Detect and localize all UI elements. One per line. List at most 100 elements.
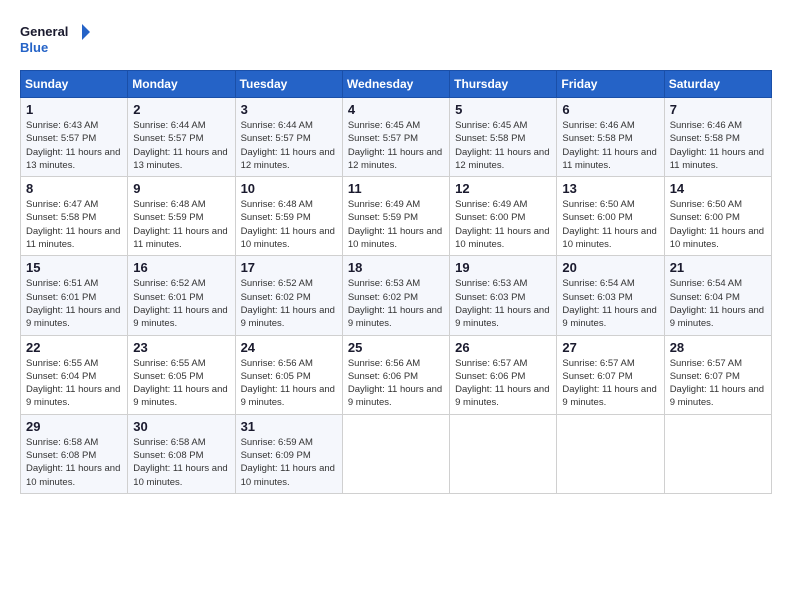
weekday-header-tuesday: Tuesday <box>235 71 342 98</box>
day-cell-8: 8 Sunrise: 6:47 AMSunset: 5:58 PMDayligh… <box>21 177 128 256</box>
day-cell-12: 12 Sunrise: 6:49 AMSunset: 6:00 PMDaylig… <box>450 177 557 256</box>
week-row-5: 29 Sunrise: 6:58 AMSunset: 6:08 PMDaylig… <box>21 414 772 493</box>
day-cell-21: 21 Sunrise: 6:54 AMSunset: 6:04 PMDaylig… <box>664 256 771 335</box>
empty-cell <box>342 414 449 493</box>
day-info: Sunrise: 6:56 AMSunset: 6:06 PMDaylight:… <box>348 358 442 409</box>
day-cell-5: 5 Sunrise: 6:45 AMSunset: 5:58 PMDayligh… <box>450 98 557 177</box>
day-number: 25 <box>348 340 444 355</box>
day-cell-1: 1 Sunrise: 6:43 AMSunset: 5:57 PMDayligh… <box>21 98 128 177</box>
day-cell-3: 3 Sunrise: 6:44 AMSunset: 5:57 PMDayligh… <box>235 98 342 177</box>
day-number: 24 <box>241 340 337 355</box>
day-number: 29 <box>26 419 122 434</box>
day-cell-26: 26 Sunrise: 6:57 AMSunset: 6:06 PMDaylig… <box>450 335 557 414</box>
svg-text:Blue: Blue <box>20 40 48 55</box>
day-number: 31 <box>241 419 337 434</box>
day-info: Sunrise: 6:53 AMSunset: 6:03 PMDaylight:… <box>455 278 549 329</box>
day-info: Sunrise: 6:44 AMSunset: 5:57 PMDaylight:… <box>133 120 227 171</box>
day-number: 23 <box>133 340 229 355</box>
day-info: Sunrise: 6:58 AMSunset: 6:08 PMDaylight:… <box>26 437 120 488</box>
day-cell-27: 27 Sunrise: 6:57 AMSunset: 6:07 PMDaylig… <box>557 335 664 414</box>
weekday-header-friday: Friday <box>557 71 664 98</box>
empty-cell <box>450 414 557 493</box>
day-cell-17: 17 Sunrise: 6:52 AMSunset: 6:02 PMDaylig… <box>235 256 342 335</box>
weekday-header-wednesday: Wednesday <box>342 71 449 98</box>
day-info: Sunrise: 6:55 AMSunset: 6:05 PMDaylight:… <box>133 358 227 409</box>
day-cell-19: 19 Sunrise: 6:53 AMSunset: 6:03 PMDaylig… <box>450 256 557 335</box>
day-info: Sunrise: 6:46 AMSunset: 5:58 PMDaylight:… <box>562 120 656 171</box>
logo: General Blue <box>20 20 90 60</box>
day-number: 27 <box>562 340 658 355</box>
day-cell-20: 20 Sunrise: 6:54 AMSunset: 6:03 PMDaylig… <box>557 256 664 335</box>
day-info: Sunrise: 6:54 AMSunset: 6:03 PMDaylight:… <box>562 278 656 329</box>
week-row-1: 1 Sunrise: 6:43 AMSunset: 5:57 PMDayligh… <box>21 98 772 177</box>
day-number: 10 <box>241 181 337 196</box>
day-cell-2: 2 Sunrise: 6:44 AMSunset: 5:57 PMDayligh… <box>128 98 235 177</box>
day-cell-6: 6 Sunrise: 6:46 AMSunset: 5:58 PMDayligh… <box>557 98 664 177</box>
day-number: 1 <box>26 102 122 117</box>
day-number: 5 <box>455 102 551 117</box>
weekday-header-row: SundayMondayTuesdayWednesdayThursdayFrid… <box>21 71 772 98</box>
day-cell-24: 24 Sunrise: 6:56 AMSunset: 6:05 PMDaylig… <box>235 335 342 414</box>
day-info: Sunrise: 6:54 AMSunset: 6:04 PMDaylight:… <box>670 278 764 329</box>
day-info: Sunrise: 6:45 AMSunset: 5:58 PMDaylight:… <box>455 120 549 171</box>
day-number: 15 <box>26 260 122 275</box>
day-cell-14: 14 Sunrise: 6:50 AMSunset: 6:00 PMDaylig… <box>664 177 771 256</box>
logo-svg: General Blue <box>20 20 90 60</box>
day-number: 22 <box>26 340 122 355</box>
day-cell-31: 31 Sunrise: 6:59 AMSunset: 6:09 PMDaylig… <box>235 414 342 493</box>
day-cell-15: 15 Sunrise: 6:51 AMSunset: 6:01 PMDaylig… <box>21 256 128 335</box>
day-info: Sunrise: 6:47 AMSunset: 5:58 PMDaylight:… <box>26 199 120 250</box>
day-cell-30: 30 Sunrise: 6:58 AMSunset: 6:08 PMDaylig… <box>128 414 235 493</box>
day-info: Sunrise: 6:57 AMSunset: 6:07 PMDaylight:… <box>562 358 656 409</box>
day-info: Sunrise: 6:50 AMSunset: 6:00 PMDaylight:… <box>670 199 764 250</box>
day-number: 7 <box>670 102 766 117</box>
day-info: Sunrise: 6:55 AMSunset: 6:04 PMDaylight:… <box>26 358 120 409</box>
day-number: 20 <box>562 260 658 275</box>
weekday-header-saturday: Saturday <box>664 71 771 98</box>
day-number: 4 <box>348 102 444 117</box>
day-number: 16 <box>133 260 229 275</box>
week-row-2: 8 Sunrise: 6:47 AMSunset: 5:58 PMDayligh… <box>21 177 772 256</box>
day-info: Sunrise: 6:56 AMSunset: 6:05 PMDaylight:… <box>241 358 335 409</box>
day-number: 9 <box>133 181 229 196</box>
day-number: 26 <box>455 340 551 355</box>
day-cell-25: 25 Sunrise: 6:56 AMSunset: 6:06 PMDaylig… <box>342 335 449 414</box>
empty-cell <box>557 414 664 493</box>
day-cell-4: 4 Sunrise: 6:45 AMSunset: 5:57 PMDayligh… <box>342 98 449 177</box>
day-info: Sunrise: 6:48 AMSunset: 5:59 PMDaylight:… <box>241 199 335 250</box>
page-header: General Blue <box>20 20 772 60</box>
day-cell-10: 10 Sunrise: 6:48 AMSunset: 5:59 PMDaylig… <box>235 177 342 256</box>
day-cell-13: 13 Sunrise: 6:50 AMSunset: 6:00 PMDaylig… <box>557 177 664 256</box>
day-number: 28 <box>670 340 766 355</box>
day-info: Sunrise: 6:51 AMSunset: 6:01 PMDaylight:… <box>26 278 120 329</box>
weekday-header-sunday: Sunday <box>21 71 128 98</box>
day-cell-28: 28 Sunrise: 6:57 AMSunset: 6:07 PMDaylig… <box>664 335 771 414</box>
day-cell-22: 22 Sunrise: 6:55 AMSunset: 6:04 PMDaylig… <box>21 335 128 414</box>
day-info: Sunrise: 6:44 AMSunset: 5:57 PMDaylight:… <box>241 120 335 171</box>
day-cell-9: 9 Sunrise: 6:48 AMSunset: 5:59 PMDayligh… <box>128 177 235 256</box>
svg-text:General: General <box>20 24 68 39</box>
day-info: Sunrise: 6:43 AMSunset: 5:57 PMDaylight:… <box>26 120 120 171</box>
weekday-header-thursday: Thursday <box>450 71 557 98</box>
day-info: Sunrise: 6:52 AMSunset: 6:01 PMDaylight:… <box>133 278 227 329</box>
day-cell-16: 16 Sunrise: 6:52 AMSunset: 6:01 PMDaylig… <box>128 256 235 335</box>
day-number: 17 <box>241 260 337 275</box>
day-info: Sunrise: 6:57 AMSunset: 6:06 PMDaylight:… <box>455 358 549 409</box>
day-cell-29: 29 Sunrise: 6:58 AMSunset: 6:08 PMDaylig… <box>21 414 128 493</box>
day-number: 12 <box>455 181 551 196</box>
day-cell-7: 7 Sunrise: 6:46 AMSunset: 5:58 PMDayligh… <box>664 98 771 177</box>
day-info: Sunrise: 6:46 AMSunset: 5:58 PMDaylight:… <box>670 120 764 171</box>
day-info: Sunrise: 6:49 AMSunset: 6:00 PMDaylight:… <box>455 199 549 250</box>
day-info: Sunrise: 6:52 AMSunset: 6:02 PMDaylight:… <box>241 278 335 329</box>
day-cell-23: 23 Sunrise: 6:55 AMSunset: 6:05 PMDaylig… <box>128 335 235 414</box>
day-info: Sunrise: 6:49 AMSunset: 5:59 PMDaylight:… <box>348 199 442 250</box>
day-cell-11: 11 Sunrise: 6:49 AMSunset: 5:59 PMDaylig… <box>342 177 449 256</box>
day-cell-18: 18 Sunrise: 6:53 AMSunset: 6:02 PMDaylig… <box>342 256 449 335</box>
week-row-4: 22 Sunrise: 6:55 AMSunset: 6:04 PMDaylig… <box>21 335 772 414</box>
day-info: Sunrise: 6:57 AMSunset: 6:07 PMDaylight:… <box>670 358 764 409</box>
empty-cell <box>664 414 771 493</box>
week-row-3: 15 Sunrise: 6:51 AMSunset: 6:01 PMDaylig… <box>21 256 772 335</box>
day-number: 30 <box>133 419 229 434</box>
day-number: 8 <box>26 181 122 196</box>
day-info: Sunrise: 6:45 AMSunset: 5:57 PMDaylight:… <box>348 120 442 171</box>
